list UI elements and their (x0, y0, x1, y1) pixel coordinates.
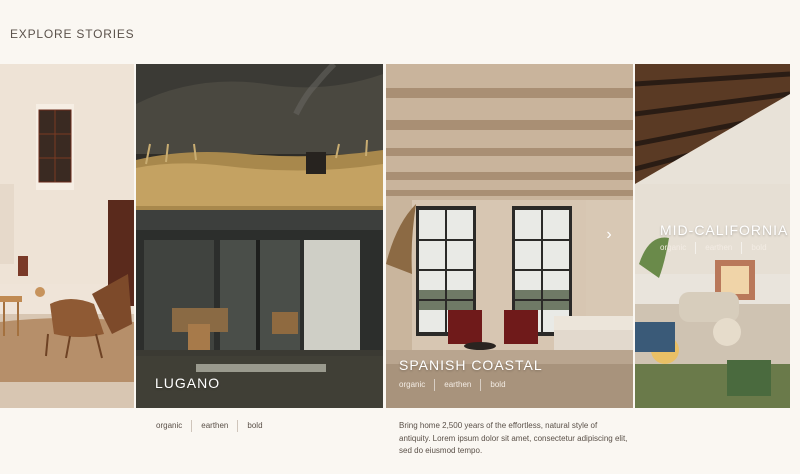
story-carousel: LUGANO SPANISH COASTAL organic earthen b… (0, 64, 800, 408)
tag[interactable]: bold (741, 242, 775, 254)
page-title: EXPLORE STORIES (10, 27, 135, 41)
tag[interactable]: earthen (434, 379, 480, 391)
tag[interactable]: organic (660, 242, 695, 254)
lugano-photo (136, 64, 383, 408)
story-tags-mid-california: organic earthen bold (660, 242, 776, 254)
story-title-spanish-coastal: SPANISH COASTAL (399, 357, 543, 373)
story-card-spanish-coastal[interactable]: SPANISH COASTAL organic earthen bold (386, 64, 633, 408)
story-title-lugano: LUGANO (155, 375, 221, 391)
story-card-mid-california[interactable]: MID-CALIFORNIA organic earthen bold (635, 64, 790, 408)
story-card-lugano[interactable]: LUGANO (136, 64, 383, 408)
story-tags-lugano: organic earthen bold (156, 420, 272, 432)
tag[interactable]: organic (399, 379, 434, 391)
story-description: Bring home 2,500 years of the effortless… (399, 421, 628, 455)
story-title-mid-california: MID-CALIFORNIA (660, 222, 789, 238)
tag[interactable]: bold (480, 379, 514, 391)
chevron-right-icon[interactable]: › (600, 226, 618, 244)
story-card-interior[interactable] (0, 64, 134, 408)
story-tags-spanish-coastal: organic earthen bold (399, 379, 515, 391)
tag[interactable]: earthen (695, 242, 741, 254)
tag[interactable]: bold (237, 420, 271, 432)
interior-photo (0, 64, 134, 408)
tag[interactable]: organic (156, 420, 191, 432)
tag[interactable]: earthen (191, 420, 237, 432)
